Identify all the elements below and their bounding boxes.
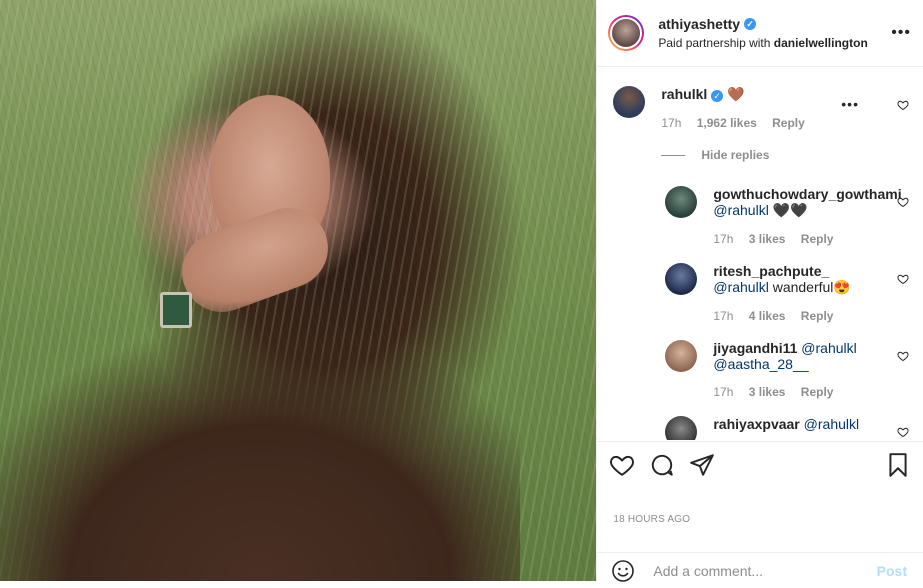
like-heart-icon[interactable]	[897, 349, 909, 362]
reply-mention-second[interactable]: @aastha_28__	[713, 356, 808, 372]
like-heart-icon[interactable]	[897, 425, 909, 438]
reply-text: wanderful😍	[768, 279, 851, 295]
reply-avatar[interactable]	[665, 416, 698, 440]
reply-text: 🖤🖤	[768, 202, 808, 218]
partner-link[interactable]: danielwellington	[774, 36, 868, 50]
more-options-icon[interactable]: •••	[891, 24, 911, 42]
comment-more-icon[interactable]: •••	[841, 96, 859, 112]
verified-icon: ✓	[711, 90, 724, 102]
reply-username[interactable]: gowthuchowdary_gowthami	[713, 186, 901, 202]
reply-mention[interactable]: @rahulkl	[713, 279, 768, 295]
paid-partnership: Paid partnership with danielwellington	[658, 36, 868, 50]
author-avatar[interactable]	[608, 15, 645, 51]
reply-likes[interactable]: 4 likes	[749, 309, 786, 323]
post-side-panel: athiyashetty ✓ Paid partnership with dan…	[596, 0, 923, 583]
emoji-icon[interactable]	[611, 559, 635, 583]
comment-time[interactable]: 17h	[661, 116, 681, 130]
reply-meta: 17h 3 likes Reply	[713, 385, 899, 399]
instagram-post: athiyashetty ✓ Paid partnership with dan…	[0, 0, 923, 583]
reply-mention[interactable]: @rahulkl	[801, 340, 856, 356]
comment-icon[interactable]	[649, 452, 675, 478]
reply-button[interactable]: Reply	[801, 232, 834, 246]
reply-item: ritesh_pachpute_ @rahulkl wanderful😍 17h…	[665, 263, 923, 323]
reply-likes[interactable]: 3 likes	[749, 385, 786, 399]
comment-meta: 17h 1,962 likes Reply	[661, 116, 907, 130]
comments-list[interactable]: rahulkl ✓ 🤎 17h 1,962 likes Reply ••• Hi…	[597, 68, 923, 440]
reply-item: jiyagandhi11 @rahulkl @aastha_28__ 17h 3…	[665, 340, 923, 399]
verified-icon: ✓	[744, 18, 757, 30]
reply-button[interactable]: Reply	[801, 385, 834, 399]
comment-avatar[interactable]	[613, 86, 646, 118]
reply-time[interactable]: 17h	[713, 309, 733, 323]
reply-avatar[interactable]	[665, 340, 698, 372]
reply-time[interactable]: 17h	[713, 385, 733, 399]
reply-avatar[interactable]	[665, 263, 698, 295]
reply-meta: 17h 3 likes Reply	[713, 232, 901, 246]
post-actions: 18 HOURS AGO	[597, 441, 923, 525]
post-comment-button[interactable]: Post	[877, 563, 907, 579]
comment-input[interactable]	[651, 562, 877, 580]
comment-username[interactable]: rahulkl	[661, 86, 707, 102]
post-timestamp[interactable]: 18 HOURS AGO	[613, 514, 923, 525]
share-icon[interactable]	[689, 452, 715, 478]
reply-mention[interactable]: @rahulkl	[804, 416, 859, 432]
add-comment-bar: Post	[597, 552, 923, 583]
photo-watch	[160, 292, 192, 328]
comment-likes[interactable]: 1,962 likes	[697, 116, 757, 130]
like-heart-icon[interactable]	[897, 98, 909, 111]
reply-meta: 17h 4 likes Reply	[713, 309, 899, 323]
save-icon[interactable]	[885, 452, 911, 478]
reply-username[interactable]: jiyagandhi11	[713, 340, 797, 356]
like-icon[interactable]	[609, 452, 635, 478]
comment-text: 🤎	[727, 86, 745, 102]
hide-replies-button[interactable]: Hide replies	[661, 148, 923, 162]
like-heart-icon[interactable]	[897, 195, 909, 208]
like-heart-icon[interactable]	[897, 272, 909, 285]
post-header: athiyashetty ✓ Paid partnership with dan…	[597, 0, 923, 67]
header-text: athiyashetty ✓ Paid partnership with dan…	[658, 16, 891, 50]
reply-button[interactable]: Reply	[801, 309, 834, 323]
reply-item: gowthuchowdary_gowthami @rahulkl 🖤🖤 17h …	[665, 186, 923, 246]
comment-item: rahulkl ✓ 🤎 17h 1,962 likes Reply •••	[597, 68, 923, 130]
reply-button[interactable]: Reply	[772, 116, 805, 130]
reply-likes[interactable]: 3 likes	[749, 232, 786, 246]
author-username[interactable]: athiyashetty ✓	[658, 16, 891, 32]
reply-username[interactable]: rahiyaxpvaar	[713, 416, 799, 432]
post-photo[interactable]	[0, 0, 597, 581]
reply-time[interactable]: 17h	[713, 232, 733, 246]
reply-avatar[interactable]	[665, 186, 698, 218]
photo-coat	[0, 281, 520, 581]
reply-mention[interactable]: @rahulkl	[713, 202, 768, 218]
reply-username[interactable]: ritesh_pachpute_	[713, 263, 829, 279]
reply-item: rahiyaxpvaar @rahulkl	[665, 416, 923, 440]
